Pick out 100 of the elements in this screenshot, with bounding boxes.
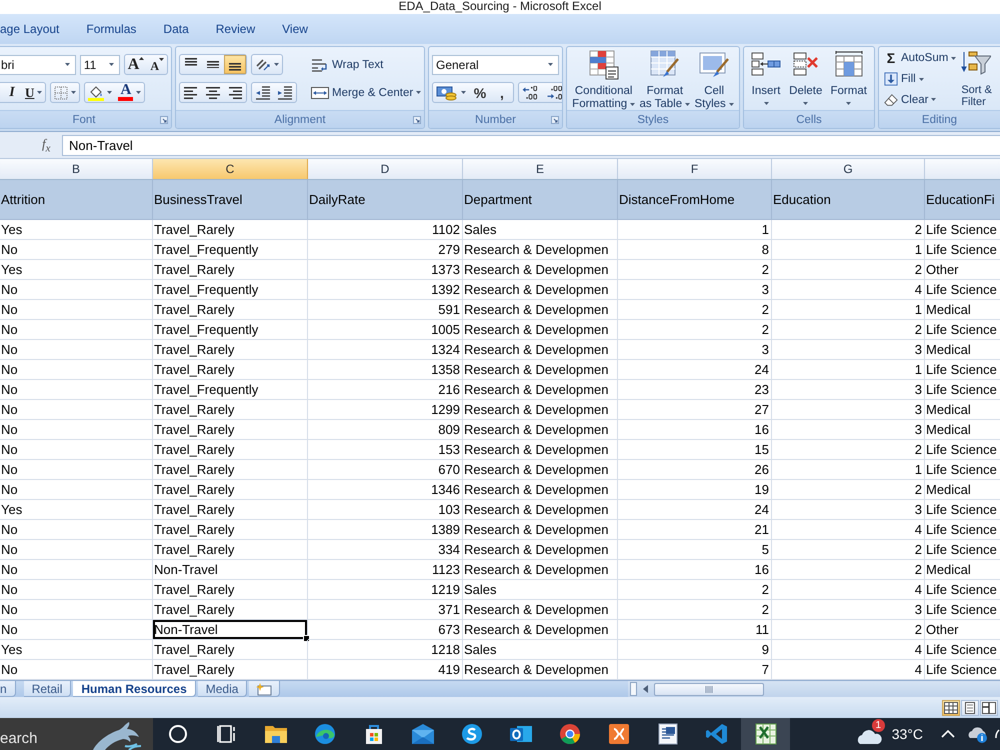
column-header[interactable]: D	[308, 159, 463, 179]
insert-function-button[interactable]: f$_{x}$	[42, 136, 54, 154]
merge-center-button[interactable]: Merge & Center	[309, 83, 424, 102]
dialog-launcher-icon[interactable]	[160, 116, 168, 124]
table-cell: Yes	[0, 220, 153, 240]
column-header[interactable]: E	[463, 159, 618, 179]
sheet-tab[interactable]: Retail	[24, 681, 72, 697]
comma-button[interactable]: ,	[491, 83, 513, 102]
ribbon-tab[interactable]: View	[268, 19, 322, 39]
decrease-indent-icon	[255, 84, 271, 100]
table-cell: No	[0, 540, 153, 560]
table-cell: Travel_Rarely	[153, 580, 308, 600]
underline-button[interactable]: U	[22, 83, 46, 102]
cell-styles-button[interactable]: Cell Styles	[692, 50, 736, 110]
table-cell: 1	[772, 300, 925, 320]
table-cell: 24	[618, 360, 772, 380]
temperature-text[interactable]: 33°C	[892, 726, 923, 742]
sort-filter-button[interactable]: Sort & Filter	[961, 48, 992, 110]
table-cell: 15	[618, 440, 772, 460]
table-cell: No	[0, 400, 153, 420]
group-label: Font	[72, 114, 96, 126]
table-cell: Life Science	[925, 600, 1000, 620]
ribbon-tab[interactable]: Formulas	[72, 19, 150, 39]
caret-icon	[37, 91, 42, 94]
format-button[interactable]: Format	[828, 50, 869, 110]
taskbar-button[interactable]	[741, 718, 790, 750]
caret-icon	[274, 63, 279, 66]
table-header-cell: EducationFi	[925, 180, 1000, 220]
table-cell: 1299	[308, 400, 463, 420]
formula-field[interactable]: Non-Travel	[62, 134, 1000, 156]
table-cell: 2	[772, 440, 925, 460]
insert-sheet-button[interactable]	[249, 681, 280, 697]
column-header[interactable]: F	[618, 159, 772, 179]
ribbon-tab[interactable]: Review	[202, 19, 269, 39]
table-cell: 4	[772, 580, 925, 600]
italic-button[interactable]: I	[2, 83, 22, 102]
table-cell: 1102	[308, 220, 463, 240]
column-header[interactable]: G	[772, 159, 925, 179]
browser-icon	[558, 722, 582, 746]
table-cell: Life Science	[925, 220, 1000, 240]
table-cell: Research & Developmen	[463, 440, 618, 460]
table-header-cell: Attrition	[0, 180, 153, 220]
format-as-table-button[interactable]: Format as Table	[637, 50, 692, 110]
group-label: Editing	[922, 114, 958, 126]
table-cell: Life Science	[925, 460, 1000, 480]
table-cell: Other	[925, 260, 1000, 280]
table-cell: Medical	[925, 400, 1000, 420]
insert-button[interactable]: Insert	[749, 50, 784, 110]
table-cell: 673	[308, 620, 463, 640]
number-format-field[interactable]: General	[432, 54, 559, 74]
align-bottom-button[interactable]	[224, 55, 246, 74]
table-cell: 8	[618, 240, 772, 260]
dialog-launcher-icon[interactable]	[413, 116, 421, 124]
font-name-field[interactable]: bri	[0, 54, 76, 74]
page-break-icon	[982, 700, 996, 714]
search-field[interactable]: earch	[0, 718, 153, 750]
scrollbar-thumb[interactable]	[654, 682, 764, 696]
split-handle[interactable]	[630, 682, 637, 696]
grow-font-button[interactable]: A	[124, 55, 148, 74]
percent-button[interactable]: %	[469, 83, 491, 102]
scroll-left-icon[interactable]	[643, 685, 648, 693]
dialog-launcher-icon[interactable]	[551, 116, 559, 124]
table-cell: Research & Developmen	[463, 360, 618, 380]
table-cell: No	[0, 480, 153, 500]
clear-button[interactable]: Clear	[882, 89, 958, 110]
delete-button[interactable]: Delete	[787, 50, 824, 110]
table-cell: Research & Developmen	[463, 400, 618, 420]
table-cell: 3	[772, 420, 925, 440]
table-cell: Travel_Rarely	[153, 220, 308, 240]
increase-indent-icon	[277, 84, 293, 100]
chevron-up-icon[interactable]	[941, 730, 955, 738]
table-cell: 2	[618, 260, 772, 280]
table-cell: 2	[618, 600, 772, 620]
table-cell: Yes	[0, 500, 153, 520]
wrap-text-button[interactable]: Wrap Text	[309, 55, 386, 74]
sheet-tab[interactable]: Media	[198, 681, 248, 697]
page-break-view-button[interactable]	[980, 700, 998, 716]
ribbon-tab[interactable]: age Layout	[0, 19, 73, 39]
table-cell: 1346	[308, 480, 463, 500]
table-cell: 670	[308, 460, 463, 480]
shrink-font-button[interactable]: A	[147, 55, 167, 74]
horizontal-scrollbar[interactable]	[628, 681, 1000, 697]
column-header[interactable]: C	[153, 159, 308, 179]
table-cell: Non-Travel	[153, 620, 308, 640]
table-cell: 1358	[308, 360, 463, 380]
font-size-field[interactable]: 11	[80, 54, 120, 74]
font-color-button[interactable]: A	[115, 83, 144, 102]
table-cell: Medical	[925, 420, 1000, 440]
table-cell: 27	[618, 400, 772, 420]
ribbon-tab[interactable]: Data	[150, 19, 202, 39]
fill-button[interactable]: Fill	[882, 68, 958, 90]
table-cell: Research & Developmen	[463, 340, 618, 360]
caret-icon	[630, 103, 636, 106]
normal-view-button[interactable]	[942, 700, 960, 716]
sheet-tab[interactable]: Human Resources	[73, 681, 196, 697]
page-layout-view-button[interactable]	[961, 700, 979, 716]
money-icon	[436, 84, 458, 100]
sheet-tab[interactable]: n	[0, 681, 16, 697]
conditional-formatting-button[interactable]: Conditional Formatting	[570, 50, 638, 110]
autosum-button[interactable]: Σ AutoSum	[882, 48, 958, 69]
